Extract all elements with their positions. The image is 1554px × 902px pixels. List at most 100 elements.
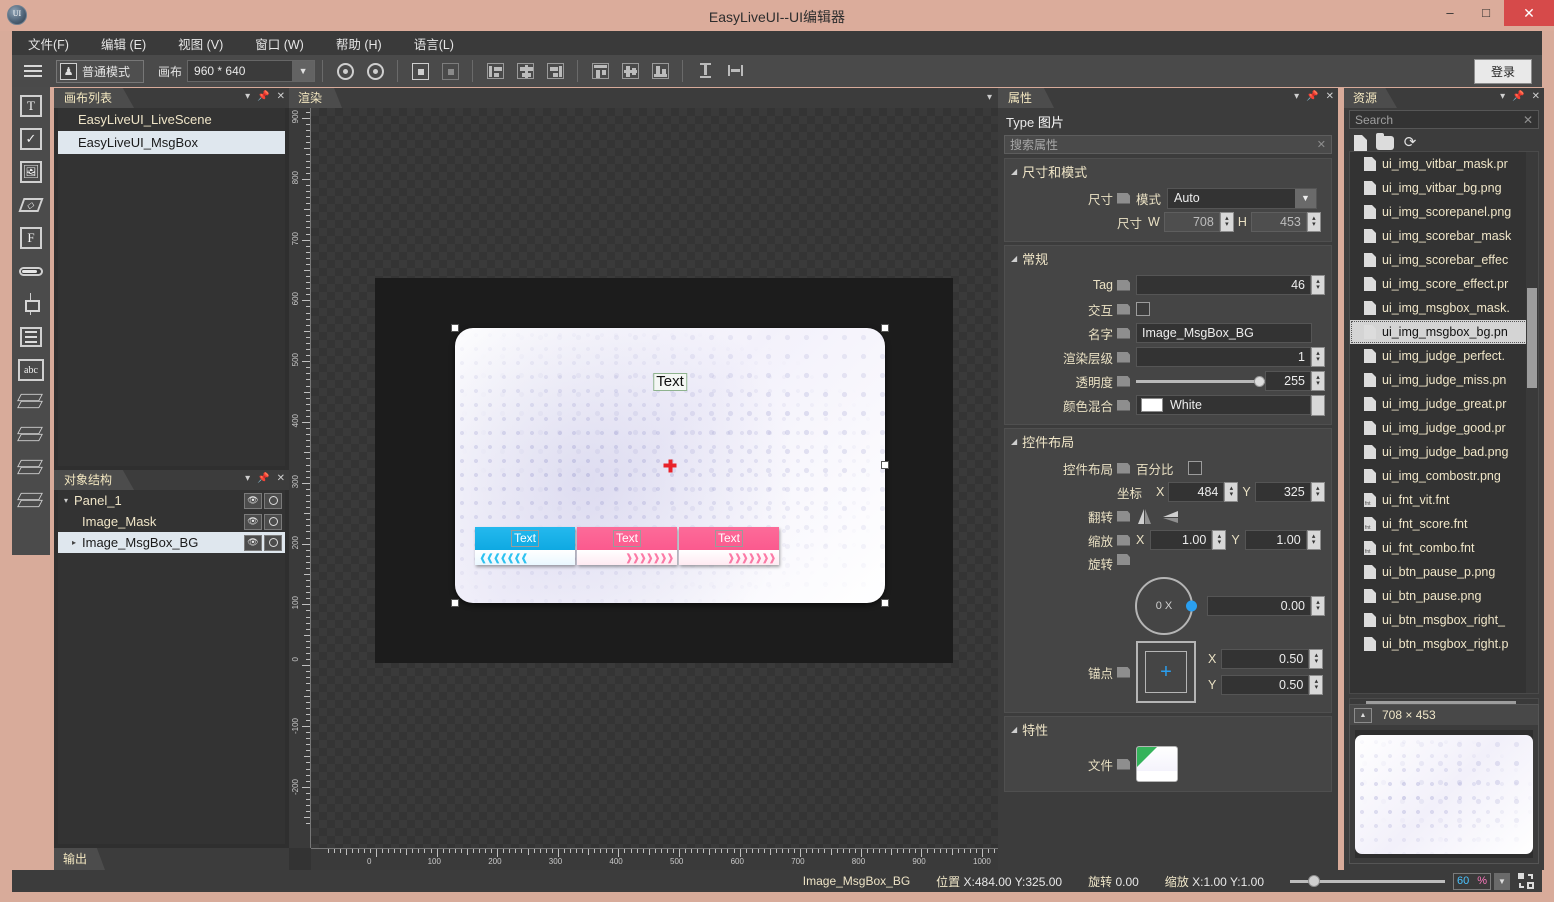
color-blend-dropdown[interactable] bbox=[1311, 394, 1325, 416]
coord-x-input[interactable]: 484 bbox=[1168, 482, 1225, 502]
canvas-list-item-livescene[interactable]: EasyLiveUI_LiveScene bbox=[58, 108, 285, 131]
resource-list-item[interactable]: ui_img_judge_bad.png bbox=[1350, 440, 1538, 464]
listview-widget-icon[interactable] bbox=[16, 322, 46, 352]
align-top-icon[interactable] bbox=[587, 59, 613, 83]
coord-x-stepper[interactable]: ▴ ▾ bbox=[1224, 482, 1239, 502]
resource-list-item[interactable]: ui_btn_msgbox_right_ bbox=[1350, 608, 1538, 632]
layer-widget-icon-1[interactable] bbox=[16, 388, 46, 418]
panel-menu-icon[interactable]: ▾ bbox=[245, 473, 250, 484]
selection-handle-bl[interactable] bbox=[451, 599, 459, 607]
key-icon[interactable] bbox=[1117, 279, 1130, 291]
resource-list-item[interactable]: ui_img_combostr.png bbox=[1350, 464, 1538, 488]
checkbox-widget-icon[interactable]: ✓ bbox=[16, 124, 46, 154]
key-icon[interactable] bbox=[1117, 510, 1130, 522]
tab-render[interactable]: 渲染 bbox=[289, 88, 343, 108]
anchor-y-stepper[interactable]: ▴ ▾ bbox=[1309, 675, 1324, 695]
msgbox-title-text[interactable]: Text bbox=[653, 373, 687, 391]
resource-list-item[interactable]: ui_img_judge_great.pr bbox=[1350, 392, 1538, 416]
login-button[interactable]: 登录 bbox=[1473, 58, 1532, 84]
expand-triangle-icon[interactable]: ▾ bbox=[64, 496, 74, 505]
resource-list-item[interactable]: ui_img_judge_perfect. bbox=[1350, 344, 1538, 368]
tag-stepper[interactable]: ▴ ▾ bbox=[1311, 275, 1325, 295]
normal-mode-button[interactable]: ♟ 普通模式 bbox=[56, 59, 145, 83]
collapse-triangle-icon[interactable]: ◢ bbox=[1011, 725, 1017, 734]
zoom-slider[interactable] bbox=[1290, 873, 1445, 889]
menu-hamburger-icon[interactable] bbox=[20, 59, 46, 83]
clear-icon[interactable]: ✕ bbox=[1312, 138, 1326, 151]
panel-close-icon[interactable]: ✕ bbox=[1532, 91, 1540, 102]
anchor-mode-icon[interactable] bbox=[437, 59, 463, 83]
layer-widget-icon-2[interactable] bbox=[16, 421, 46, 451]
key-icon[interactable] bbox=[1117, 666, 1130, 678]
percent-checkbox[interactable] bbox=[1187, 461, 1202, 475]
key-icon[interactable] bbox=[1117, 327, 1130, 339]
lock-circle-icon[interactable] bbox=[264, 513, 282, 530]
resource-file-list[interactable]: ui_img_vitbar_mask.pr ui_img_vitbar_bg.pn… bbox=[1349, 151, 1539, 694]
height-stepper[interactable]: ▴ ▾ bbox=[1306, 212, 1321, 232]
panel-menu-icon[interactable]: ▾ bbox=[987, 92, 992, 103]
undo-icon[interactable] bbox=[362, 59, 388, 83]
align-bottom-icon[interactable] bbox=[647, 59, 673, 83]
anchor-x-stepper[interactable]: ▴ ▾ bbox=[1309, 649, 1324, 669]
layer-widget-icon-3[interactable] bbox=[16, 454, 46, 484]
color-blend-select[interactable]: White bbox=[1136, 395, 1311, 415]
zoom-value-field[interactable]: 60 % bbox=[1453, 872, 1491, 890]
scale-y-stepper[interactable]: ▴ ▾ bbox=[1306, 530, 1321, 550]
rotation-dial[interactable]: 0 X bbox=[1135, 577, 1197, 635]
scrollbar-thumb[interactable] bbox=[1527, 288, 1537, 388]
render-order-input[interactable]: 1 bbox=[1136, 347, 1311, 367]
fit-to-screen-icon[interactable] bbox=[1518, 873, 1534, 889]
menu-item-edit[interactable]: 编辑 (E) bbox=[85, 31, 162, 56]
resource-search-input[interactable]: Search ✕ bbox=[1349, 110, 1539, 129]
resource-list-item[interactable]: ui_img_msgbox_mask. bbox=[1350, 296, 1538, 320]
tab-canvas-list[interactable]: 画布列表 bbox=[54, 88, 135, 108]
resource-list-item[interactable]: ui_btn_pause_p.png bbox=[1350, 560, 1538, 584]
opacity-slider[interactable] bbox=[1136, 371, 1265, 391]
refresh-icon[interactable]: ⟳ bbox=[1401, 135, 1419, 151]
menu-item-view[interactable]: 视图 (V) bbox=[162, 31, 239, 56]
resource-list-item[interactable]: ui_fnt_vit.fnt bbox=[1350, 488, 1538, 512]
panel-close-icon[interactable]: ✕ bbox=[277, 473, 285, 484]
tag-widget-icon[interactable]: ◇ bbox=[16, 190, 46, 220]
open-folder-icon[interactable] bbox=[1376, 133, 1394, 151]
resource-vertical-scrollbar[interactable] bbox=[1526, 152, 1538, 693]
panel-menu-icon[interactable]: ▾ bbox=[1294, 91, 1299, 102]
align-left-icon[interactable] bbox=[482, 59, 508, 83]
key-icon[interactable] bbox=[1117, 534, 1130, 546]
coord-y-input[interactable]: 325 bbox=[1254, 482, 1311, 502]
resource-list-item[interactable]: ui_btn_msgbox_right.p bbox=[1350, 632, 1538, 656]
zoom-slider-knob[interactable] bbox=[1308, 875, 1320, 887]
maximize-button[interactable]: □ bbox=[1468, 0, 1504, 26]
coord-y-stepper[interactable]: ▴ ▾ bbox=[1310, 482, 1325, 502]
anchor-x-input[interactable]: 0.50 bbox=[1221, 649, 1310, 669]
flip-horizontal-icon[interactable] bbox=[1136, 508, 1153, 525]
msgbox-button-1[interactable]: Text ❰❰❰❰❰❰❰ bbox=[475, 527, 575, 565]
menu-item-help[interactable]: 帮助 (H) bbox=[320, 31, 398, 56]
anchor-y-input[interactable]: 0.50 bbox=[1221, 675, 1310, 695]
render-order-stepper[interactable]: ▴ ▾ bbox=[1311, 347, 1325, 367]
tab-object-structure[interactable]: 对象结构 bbox=[54, 470, 135, 490]
width-input[interactable]: 708 bbox=[1163, 212, 1220, 232]
image-widget-icon[interactable]: 🖼 bbox=[16, 157, 46, 187]
collapse-triangle-icon[interactable]: ◢ bbox=[1011, 437, 1017, 446]
size-mode-select[interactable]: Auto ▼ bbox=[1167, 187, 1317, 209]
group-header[interactable]: ◢ 尺寸和模式 bbox=[1005, 159, 1331, 184]
tree-row-panel1[interactable]: ▾ Panel_1 👁 bbox=[58, 490, 285, 511]
resource-list-item[interactable]: ui_img_score_effect.pr bbox=[1350, 272, 1538, 296]
selection-handle-mr[interactable] bbox=[881, 461, 889, 469]
chevron-down-icon[interactable]: ▼ bbox=[1295, 188, 1316, 208]
textfield-widget-icon[interactable]: abc bbox=[16, 355, 46, 385]
key-icon[interactable] bbox=[1117, 303, 1130, 315]
interactive-checkbox[interactable] bbox=[1136, 302, 1150, 316]
rotation-input[interactable]: 0.00 bbox=[1207, 596, 1311, 616]
collapse-triangle-icon[interactable]: ◢ bbox=[1011, 254, 1017, 263]
panel-close-icon[interactable]: ✕ bbox=[1326, 91, 1334, 102]
width-stepper[interactable]: ▴ ▾ bbox=[1219, 212, 1234, 232]
key-icon[interactable] bbox=[1117, 399, 1130, 411]
msgbox-button-3[interactable]: Text ❱❱❱❱❱❱❱ bbox=[679, 527, 779, 565]
slider-widget-icon[interactable] bbox=[16, 256, 46, 286]
resource-list-item[interactable]: ui_img_judge_good.pr bbox=[1350, 416, 1538, 440]
resource-list-item[interactable]: ui_img_vitbar_mask.pr bbox=[1350, 152, 1538, 176]
tree-row-image-mask[interactable]: Image_Mask 👁 bbox=[58, 511, 285, 532]
slider-knob[interactable] bbox=[1254, 375, 1265, 387]
